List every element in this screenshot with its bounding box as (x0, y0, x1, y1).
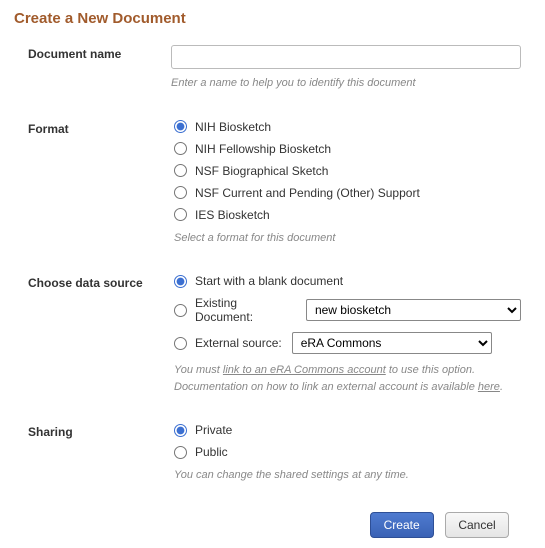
label-data-source: Choose data source (14, 274, 174, 395)
section-data-source: Choose data source Start with a blank do… (14, 274, 531, 395)
select-existing-document[interactable]: new biosketch (306, 299, 521, 321)
radio-format-nsf-bio[interactable] (174, 164, 187, 177)
label-document-name: Document name (14, 45, 171, 92)
document-name-input[interactable] (171, 45, 521, 69)
label-sharing-private[interactable]: Private (195, 423, 232, 437)
link-era-commons[interactable]: link to an eRA Commons account (223, 364, 386, 376)
hint-document-name: Enter a name to help you to identify thi… (171, 75, 521, 92)
label-format-ies[interactable]: IES Biosketch (195, 208, 270, 222)
radio-sharing-public[interactable] (174, 446, 187, 459)
radio-ds-external[interactable] (174, 337, 187, 350)
hint-sharing: You can change the shared settings at an… (174, 467, 521, 484)
label-ds-blank[interactable]: Start with a blank document (195, 274, 343, 288)
label-format-nih-fellowship[interactable]: NIH Fellowship Biosketch (195, 142, 331, 156)
link-docs-here[interactable]: here (478, 381, 500, 393)
radio-format-ies[interactable] (174, 208, 187, 221)
radio-ds-existing[interactable] (174, 304, 187, 317)
label-format-nsf-current-pending[interactable]: NSF Current and Pending (Other) Support (195, 186, 420, 200)
radio-format-nih-fellowship[interactable] (174, 142, 187, 155)
section-sharing: Sharing Private Public You can change th… (14, 423, 531, 484)
label-sharing: Sharing (14, 423, 174, 484)
label-format-nsf-bio[interactable]: NSF Biographical Sketch (195, 164, 328, 178)
label-format: Format (14, 120, 174, 247)
radio-format-nsf-current-pending[interactable] (174, 186, 187, 199)
label-format-nih-biosketch[interactable]: NIH Biosketch (195, 120, 271, 134)
cancel-button[interactable]: Cancel (445, 512, 509, 538)
select-external-source[interactable]: eRA Commons (292, 332, 492, 354)
label-ds-existing[interactable]: Existing Document: (195, 296, 296, 324)
radio-ds-blank[interactable] (174, 275, 187, 288)
hint-format: Select a format for this document (174, 230, 521, 247)
section-format: Format NIH Biosketch NIH Fellowship Bios… (14, 120, 531, 247)
radio-format-nih-biosketch[interactable] (174, 120, 187, 133)
hint-data-source: You must link to an eRA Commons account … (174, 362, 521, 395)
button-row: Create Cancel (14, 512, 531, 538)
label-ds-external[interactable]: External source: (195, 336, 282, 350)
page-title: Create a New Document (14, 10, 531, 27)
label-sharing-public[interactable]: Public (195, 445, 228, 459)
radio-sharing-private[interactable] (174, 424, 187, 437)
create-button[interactable]: Create (370, 512, 434, 538)
section-document-name: Document name Enter a name to help you t… (14, 45, 531, 92)
